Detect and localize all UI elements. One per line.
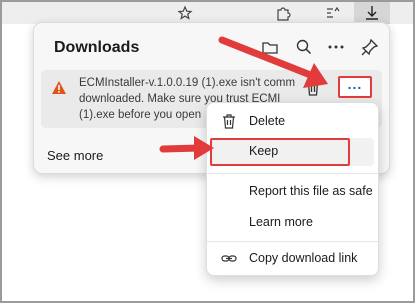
- menu-item-label: Learn more: [249, 215, 313, 229]
- more-actions-button[interactable]: ...: [338, 76, 372, 98]
- menu-item-learn-more[interactable]: Learn more: [207, 209, 378, 237]
- see-more-link[interactable]: See more: [47, 148, 103, 163]
- downloads-toolbar-button[interactable]: [354, 2, 390, 24]
- keep-highlight-box: [210, 138, 350, 166]
- trash-icon: [223, 114, 235, 129]
- more-dots-icon: ...: [347, 76, 363, 92]
- link-icon: [221, 255, 237, 262]
- browser-toolbar: [2, 2, 413, 24]
- downloads-title: Downloads: [54, 39, 140, 56]
- menu-divider: [207, 173, 378, 174]
- search-icon[interactable]: [294, 37, 314, 57]
- menu-item-label: Copy download link: [249, 251, 358, 265]
- download-text-line: ECMInstaller-v.1.0.0.19 (1).exe isn't co…: [79, 77, 296, 89]
- download-icon: [366, 6, 378, 20]
- delete-download-icon[interactable]: [303, 78, 323, 98]
- favorites-bar-icon[interactable]: [324, 4, 342, 22]
- pin-icon[interactable]: [360, 37, 380, 57]
- menu-item-delete[interactable]: Delete: [207, 108, 378, 136]
- open-folder-icon[interactable]: [260, 37, 280, 57]
- menu-item-report-safe[interactable]: Report this file as safe: [207, 178, 378, 206]
- favorite-star-icon[interactable]: [176, 4, 194, 22]
- warning-icon: [52, 81, 66, 94]
- extensions-icon[interactable]: [274, 4, 292, 22]
- more-options-icon[interactable]: [326, 37, 346, 57]
- menu-item-copy-link[interactable]: Copy download link: [207, 245, 378, 273]
- menu-divider: [207, 241, 378, 242]
- menu-item-label: Delete: [249, 114, 286, 128]
- download-context-menu: Delete Keep Report this file as safe Lea…: [206, 102, 379, 276]
- menu-item-label: Report this file as safe: [249, 184, 373, 198]
